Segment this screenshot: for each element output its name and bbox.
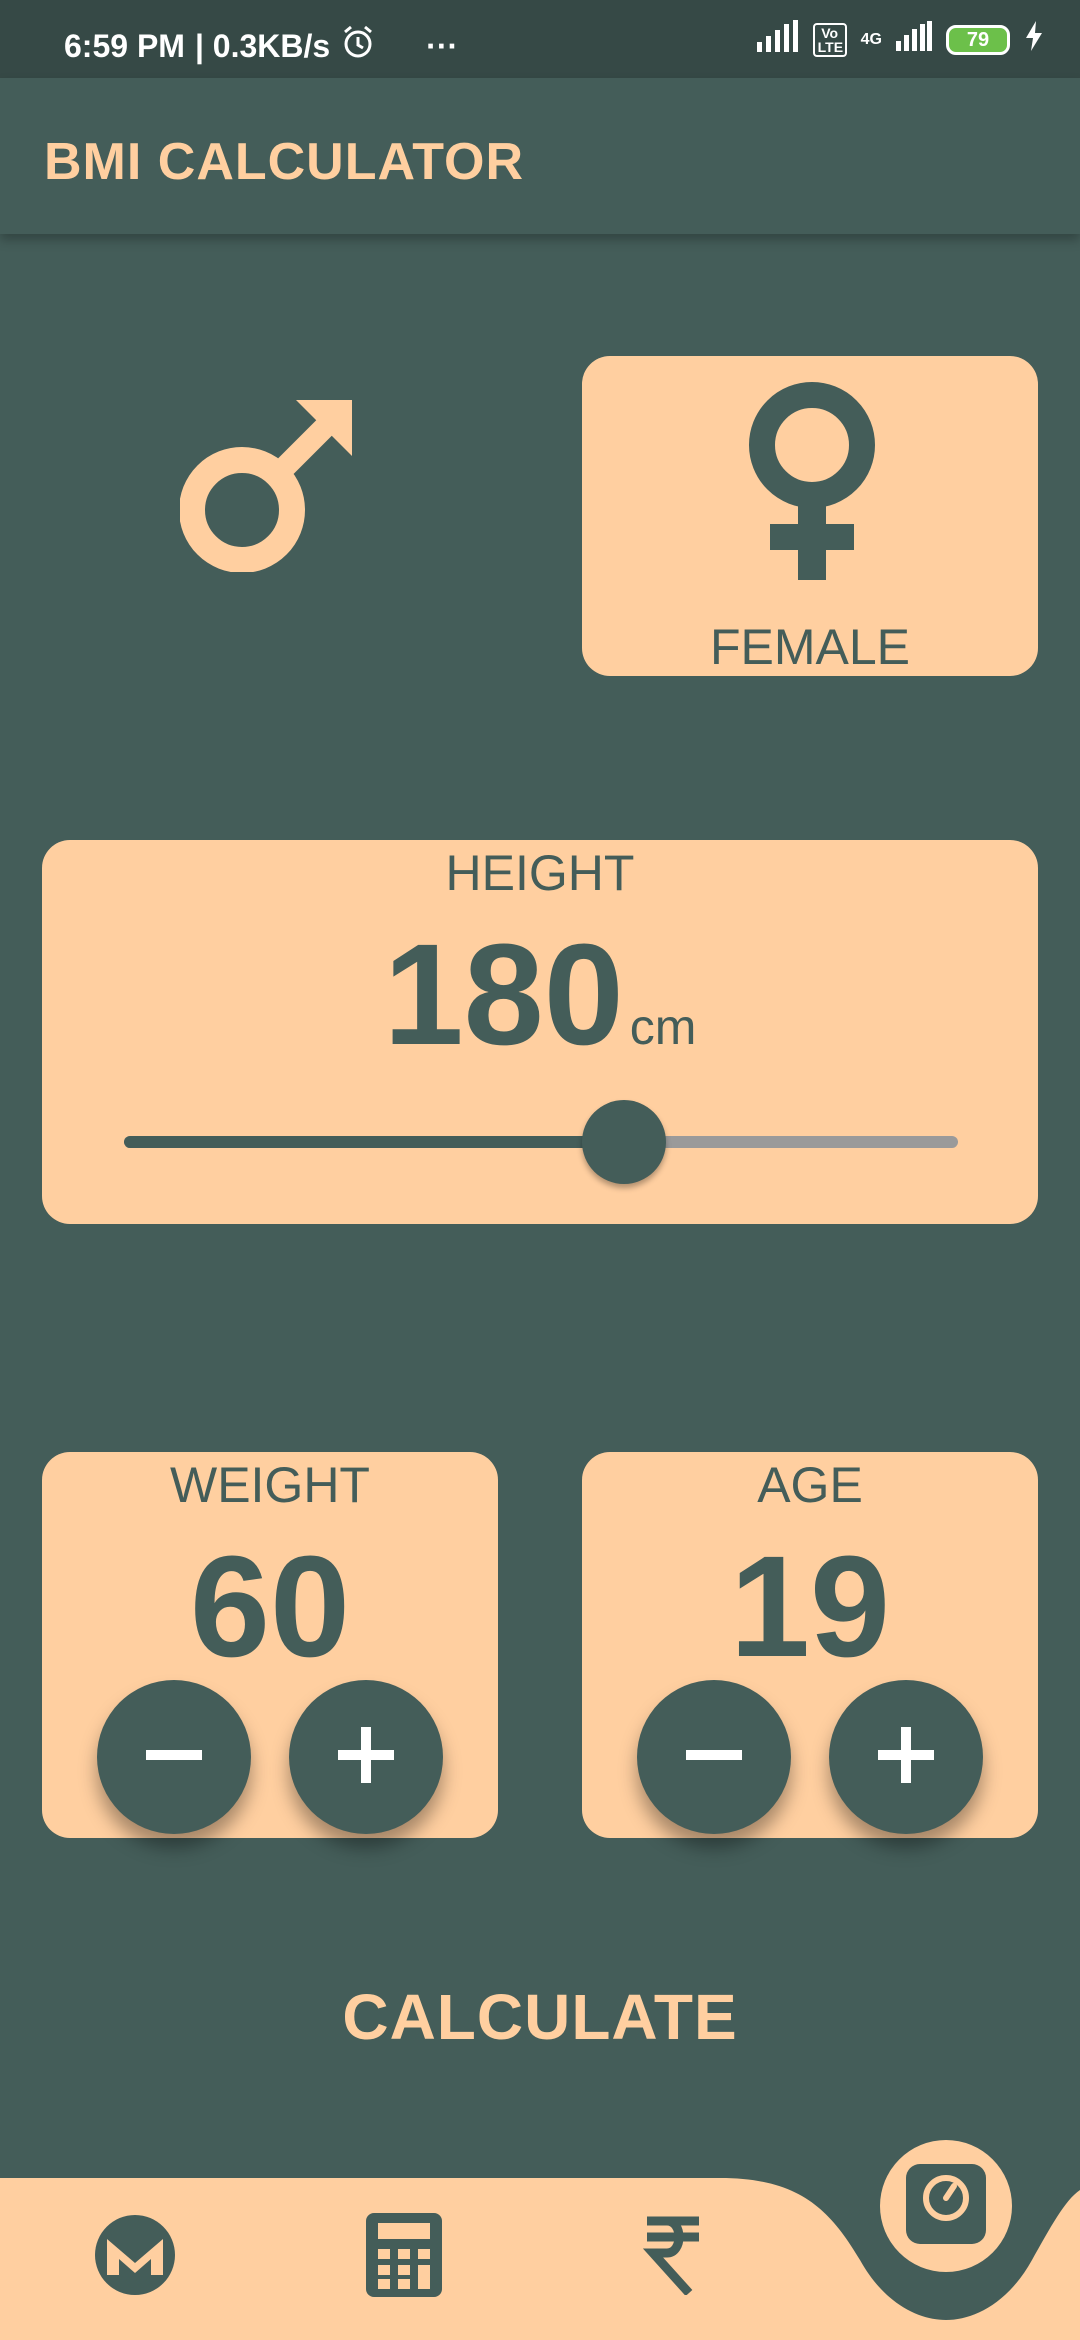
plus-icon xyxy=(876,1725,936,1790)
female-label: FEMALE xyxy=(709,619,911,675)
charging-icon xyxy=(1024,21,1044,59)
volte-icon: Vo LTE xyxy=(812,23,847,57)
more-icon: ··· xyxy=(426,27,459,64)
monero-icon xyxy=(93,2213,177,2302)
status-time: 6:59 PM xyxy=(64,27,185,64)
female-icon xyxy=(742,380,882,585)
age-increment-button[interactable] xyxy=(829,1680,983,1834)
status-speed: | 0.3KB/s xyxy=(194,27,331,64)
minus-icon xyxy=(144,1725,204,1790)
height-slider-fill xyxy=(124,1136,625,1148)
male-card[interactable] xyxy=(42,356,498,676)
age-card: AGE 19 xyxy=(582,1452,1038,1838)
height-label: HEIGHT xyxy=(445,845,635,901)
nav-rupee[interactable] xyxy=(618,2202,728,2312)
nav-calculator[interactable] xyxy=(349,2202,459,2312)
height-value: 180 xyxy=(383,914,624,1075)
scale-icon xyxy=(904,2162,988,2251)
app-title: BMI CALCULATOR xyxy=(44,133,525,191)
weight-label: WEIGHT xyxy=(170,1457,370,1513)
calculate-button[interactable]: CALCULATE xyxy=(0,1980,1080,2054)
alarm-icon xyxy=(340,24,376,68)
female-card[interactable]: FEMALE xyxy=(582,356,1038,676)
status-bar: 6:59 PM | 0.3KB/s ··· Vo LTE 4G 79 xyxy=(0,0,1080,78)
nav-monero[interactable] xyxy=(80,2202,190,2312)
minus-icon xyxy=(684,1725,744,1790)
age-decrement-button[interactable] xyxy=(637,1680,791,1834)
app-bar: BMI CALCULATOR xyxy=(0,78,1080,234)
height-card: HEIGHT 180 cm xyxy=(42,840,1038,1224)
battery-indicator: 79 xyxy=(946,25,1010,55)
calculator-icon xyxy=(366,2212,442,2302)
weight-increment-button[interactable] xyxy=(289,1680,443,1834)
height-unit: cm xyxy=(629,999,697,1055)
height-slider-thumb[interactable] xyxy=(582,1100,667,1184)
rupee-icon xyxy=(642,2215,703,2300)
age-label: AGE xyxy=(757,1457,863,1513)
weight-decrement-button[interactable] xyxy=(97,1680,251,1834)
age-value: 19 xyxy=(729,1526,891,1687)
network-label: 4G xyxy=(860,31,882,48)
signal-icon-2 xyxy=(896,21,932,59)
weight-card: WEIGHT 60 xyxy=(42,1452,498,1838)
male-icon xyxy=(179,392,360,577)
signal-icon xyxy=(756,20,799,60)
weight-value: 60 xyxy=(189,1526,351,1687)
plus-icon xyxy=(336,1725,396,1790)
nav-scale[interactable] xyxy=(880,2140,1012,2272)
height-slider[interactable] xyxy=(124,1100,958,1184)
